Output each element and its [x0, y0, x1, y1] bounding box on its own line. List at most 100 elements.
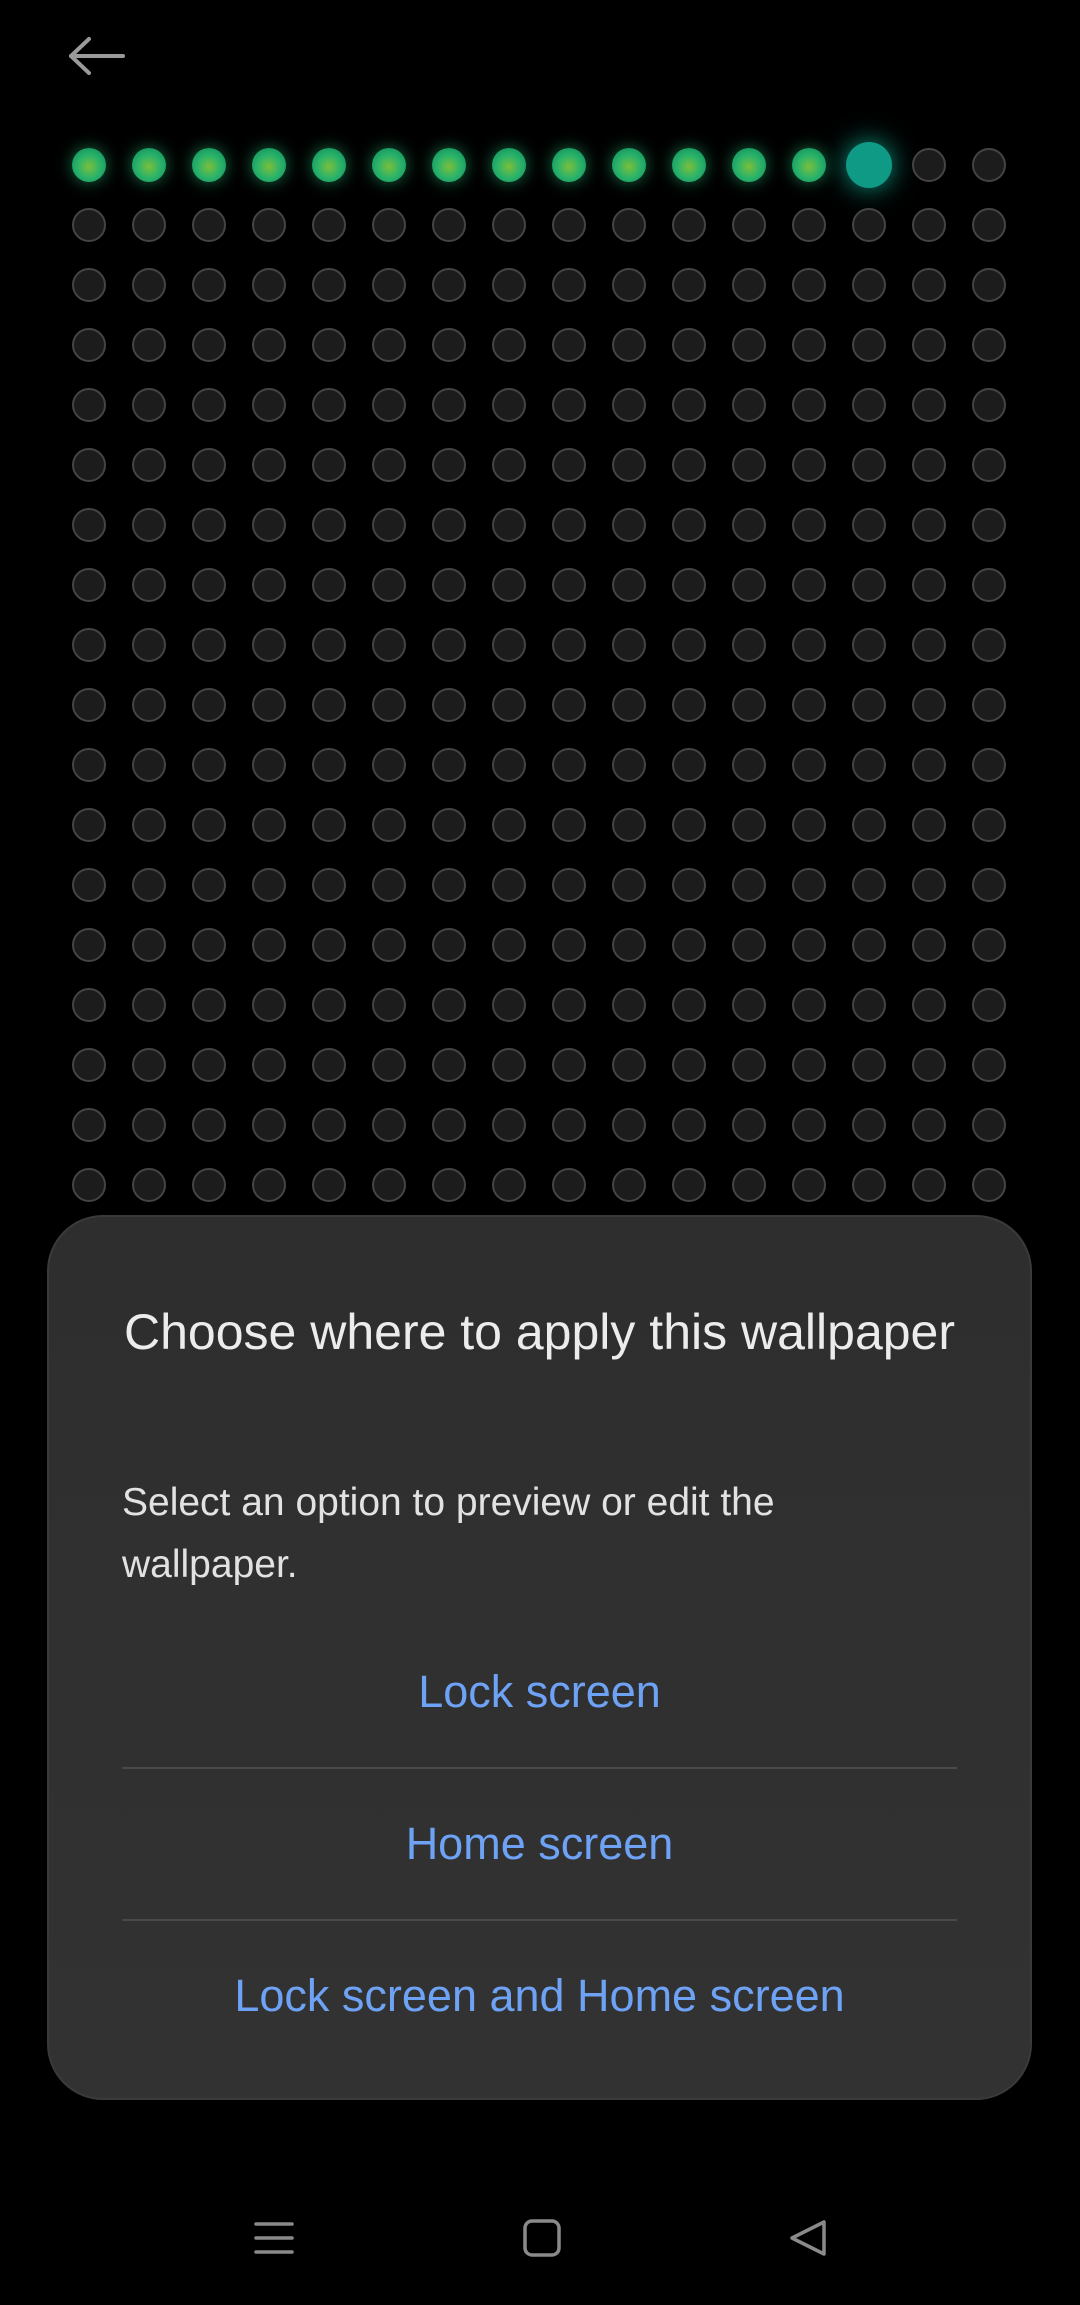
grid-dot: [132, 868, 166, 902]
grid-dot-lit: [552, 148, 586, 182]
grid-dot: [972, 268, 1006, 302]
grid-dot: [972, 808, 1006, 842]
grid-dot: [972, 208, 1006, 242]
grid-dot: [132, 808, 166, 842]
grid-dot: [432, 388, 466, 422]
grid-dot: [132, 208, 166, 242]
grid-dot: [792, 928, 826, 962]
grid-dot: [312, 208, 346, 242]
grid-dot: [372, 448, 406, 482]
grid-dot: [912, 148, 946, 182]
grid-dot: [972, 688, 1006, 722]
grid-dot: [972, 388, 1006, 422]
grid-dot-lit: [432, 148, 466, 182]
grid-dot: [852, 988, 886, 1022]
grid-dot: [432, 568, 466, 602]
grid-dot: [492, 688, 526, 722]
grid-dot: [552, 628, 586, 662]
grid-dot: [912, 928, 946, 962]
grid-dot: [972, 868, 1006, 902]
grid-dot: [792, 508, 826, 542]
grid-dot: [372, 688, 406, 722]
grid-dot: [132, 988, 166, 1022]
grid-dot: [612, 1048, 646, 1082]
grid-dot: [492, 1168, 526, 1202]
grid-dot: [672, 808, 706, 842]
grid-dot-lit: [192, 148, 226, 182]
grid-dot: [612, 208, 646, 242]
grid-dot: [792, 268, 826, 302]
grid-dot: [912, 568, 946, 602]
grid-dot: [132, 328, 166, 362]
grid-dot: [852, 928, 886, 962]
grid-dot: [432, 748, 466, 782]
grid-dot: [372, 268, 406, 302]
grid-dot: [432, 328, 466, 362]
grid-dot: [192, 748, 226, 782]
grid-dot: [192, 988, 226, 1022]
grid-dot: [492, 268, 526, 302]
grid-dot: [72, 748, 106, 782]
grid-dot: [612, 508, 646, 542]
grid-dot: [672, 268, 706, 302]
grid-dot: [72, 688, 106, 722]
back-nav-button[interactable]: [768, 2198, 848, 2278]
grid-dot: [72, 508, 106, 542]
grid-dot: [912, 808, 946, 842]
grid-dot: [192, 508, 226, 542]
grid-dot: [372, 748, 406, 782]
grid-dot: [972, 928, 1006, 962]
grid-dot: [192, 1168, 226, 1202]
grid-dot: [192, 268, 226, 302]
grid-dot: [792, 688, 826, 722]
dialog-description: Select an option to preview or edit the …: [122, 1481, 775, 1586]
home-screen-option[interactable]: Home screen: [122, 1769, 957, 1919]
grid-dot: [492, 808, 526, 842]
menu-icon: [254, 2222, 294, 2254]
grid-dot: [852, 508, 886, 542]
grid-dot: [912, 1168, 946, 1202]
home-button[interactable]: [502, 2198, 582, 2278]
grid-dot: [792, 808, 826, 842]
lock-and-home-screen-option[interactable]: Lock screen and Home screen: [122, 1921, 957, 2071]
lock-screen-option[interactable]: Lock screen: [122, 1617, 957, 1767]
grid-dot: [972, 748, 1006, 782]
grid-dot: [672, 448, 706, 482]
grid-dot: [312, 808, 346, 842]
wallpaper-dot-grid-preview: [0, 0, 1080, 1240]
grid-dot: [132, 388, 166, 422]
grid-dot: [432, 268, 466, 302]
grid-dot: [252, 1048, 286, 1082]
grid-dot: [372, 1168, 406, 1202]
grid-dot: [432, 688, 466, 722]
grid-dot: [252, 568, 286, 602]
grid-dot: [492, 748, 526, 782]
grid-dot: [492, 388, 526, 422]
recent-apps-button[interactable]: [234, 2198, 314, 2278]
grid-dot: [312, 688, 346, 722]
grid-dot: [972, 448, 1006, 482]
grid-dot: [72, 1048, 106, 1082]
grid-dot: [432, 1168, 466, 1202]
grid-dot: [972, 988, 1006, 1022]
grid-dot: [552, 328, 586, 362]
grid-dot: [852, 808, 886, 842]
grid-dot: [132, 688, 166, 722]
grid-dot: [252, 688, 286, 722]
grid-dot: [972, 328, 1006, 362]
grid-dot: [492, 328, 526, 362]
grid-dot: [132, 568, 166, 602]
grid-dot: [72, 388, 106, 422]
grid-dot: [732, 1108, 766, 1142]
grid-dot: [852, 868, 886, 902]
grid-dot: [612, 268, 646, 302]
grid-dot: [312, 1108, 346, 1142]
grid-dot: [732, 268, 766, 302]
grid-dot: [552, 1168, 586, 1202]
grid-dot: [72, 448, 106, 482]
grid-dot: [792, 1168, 826, 1202]
grid-dot: [852, 268, 886, 302]
grid-dot: [912, 448, 946, 482]
grid-dot: [612, 928, 646, 962]
grid-dot: [732, 808, 766, 842]
